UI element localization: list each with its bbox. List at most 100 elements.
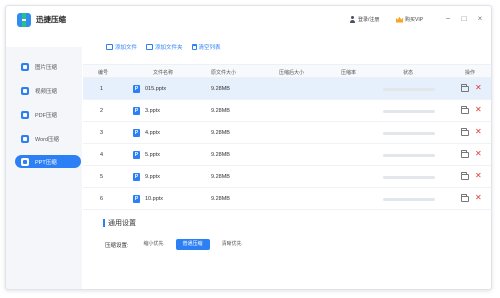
add-folder-label: 添加文件夹 — [155, 45, 183, 51]
row-index: 2 — [100, 108, 104, 114]
image-icon — [21, 62, 29, 71]
ppt-file-icon: P — [133, 85, 140, 93]
compression-settings: 压缩设置: 缩小优先 普通压缩 清晰优先 — [105, 239, 254, 250]
original-size: 9.28MB — [211, 86, 230, 92]
table-row[interactable]: 3 P 4.pptx 9.28MB ✕ — [83, 122, 491, 144]
column-header-name: 文件名称 — [153, 70, 174, 76]
column-header-compressed-size: 压缩后大小 — [279, 70, 305, 76]
progress-bar — [383, 132, 435, 135]
progress-bar — [383, 110, 435, 113]
table-row[interactable]: 4 P 5.pptx 9.28MB ✕ — [83, 144, 491, 166]
trash-icon — [191, 44, 197, 50]
row-index: 4 — [100, 152, 104, 158]
app-title: 迅捷压缩 — [36, 15, 66, 24]
word-icon — [21, 134, 29, 143]
delete-icon[interactable]: ✕ — [475, 127, 482, 137]
delete-icon[interactable]: ✕ — [475, 83, 482, 93]
sidebar-item-image[interactable]: 图片压缩 — [15, 60, 81, 73]
ppt-icon — [21, 157, 29, 166]
row-index: 5 — [100, 174, 104, 180]
sidebar-item-ppt[interactable]: PPT压缩 — [15, 155, 81, 168]
delete-icon[interactable]: ✕ — [475, 171, 482, 181]
option-size-priority[interactable]: 缩小优先 — [137, 239, 171, 250]
option-clarity-priority[interactable]: 清晰优先 — [215, 239, 249, 250]
app-logo-icon — [17, 13, 31, 27]
add-file-icon — [106, 44, 113, 50]
login-button[interactable]: 登录/注册 — [349, 16, 379, 23]
original-size: 9.28MB — [211, 108, 230, 114]
option-normal-compression[interactable]: 普通压缩 — [175, 239, 210, 250]
sidebar-item-pdf[interactable]: PDF压缩 — [15, 108, 81, 121]
table-row[interactable]: 2 P 3.pptx 9.28MB ✕ — [83, 100, 491, 122]
sidebar-item-label: Word压缩 — [35, 136, 60, 143]
progress-bar — [383, 88, 435, 91]
heading-accent-bar — [103, 219, 105, 227]
progress-bar — [383, 176, 435, 179]
add-file-label: 添加文件 — [115, 45, 138, 51]
file-name: 4.pptx — [145, 130, 160, 136]
app-window: 迅捷压缩 登录/注册 购买VIP − □ × 图片压缩 视频压缩 PDF压缩 W… — [5, 5, 492, 290]
add-file-button[interactable]: 添加文件 — [106, 43, 137, 51]
folder-icon[interactable] — [461, 106, 469, 114]
vip-label: 购买VIP — [405, 17, 424, 23]
table-row[interactable]: 6 P 10.pptx 9.28MB ✕ — [83, 188, 491, 210]
folder-icon[interactable] — [461, 84, 469, 92]
column-header-actions: 操作 — [465, 70, 476, 76]
maximize-button[interactable]: □ — [458, 13, 470, 25]
buy-vip-button[interactable]: 购买VIP — [396, 16, 423, 23]
title-bar: 迅捷压缩 登录/注册 购买VIP − □ × — [6, 6, 491, 35]
pdf-icon — [21, 110, 29, 119]
delete-icon[interactable]: ✕ — [475, 193, 482, 203]
folder-icon[interactable] — [461, 150, 469, 158]
original-size: 9.28MB — [211, 130, 230, 136]
column-header-index: 编号 — [98, 70, 109, 76]
sidebar-item-label: PDF压缩 — [35, 112, 58, 119]
original-size: 9.28MB — [211, 174, 230, 180]
compression-setting-label: 压缩设置: — [105, 242, 129, 249]
close-window-button[interactable]: × — [474, 13, 486, 25]
file-name: 5.pptx — [145, 152, 160, 158]
ppt-file-icon: P — [133, 151, 140, 159]
ppt-file-icon: P — [133, 173, 140, 181]
ppt-file-icon: P — [133, 129, 140, 137]
table-row[interactable]: 1 P 015.pptx 9.28MB ✕ — [83, 78, 491, 100]
sidebar-item-label: 视频压缩 — [35, 88, 58, 95]
file-name: 10.pptx — [145, 196, 164, 202]
column-header-status: 状态 — [403, 70, 414, 76]
row-index: 3 — [100, 130, 104, 136]
original-size: 9.28MB — [211, 196, 230, 202]
folder-icon[interactable] — [461, 194, 469, 202]
file-name: 3.pptx — [145, 108, 160, 114]
crown-icon — [396, 16, 403, 23]
toolbar: 添加文件 添加文件夹 清空列表 — [106, 43, 230, 51]
delete-icon[interactable]: ✕ — [475, 149, 482, 159]
column-header-original-size: 原文件大小 — [211, 70, 237, 76]
file-name: 015.pptx — [145, 86, 167, 92]
ppt-file-icon: P — [133, 195, 140, 203]
table-header: 编号 文件名称 原文件大小 压缩后大小 压缩率 状态 操作 — [83, 64, 491, 78]
clear-list-button[interactable]: 清空列表 — [191, 43, 221, 51]
add-folder-button[interactable]: 添加文件夹 — [146, 43, 183, 51]
minimize-button[interactable]: − — [442, 13, 454, 25]
ppt-file-icon: P — [133, 107, 140, 115]
clear-list-label: 清空列表 — [198, 45, 221, 51]
sidebar-item-label: 图片压缩 — [35, 64, 58, 71]
sidebar-item-word[interactable]: Word压缩 — [15, 132, 81, 145]
row-index: 1 — [100, 86, 104, 92]
progress-bar — [383, 198, 435, 201]
delete-icon[interactable]: ✕ — [475, 105, 482, 115]
sidebar-item-video[interactable]: 视频压缩 — [15, 84, 81, 97]
progress-bar — [383, 154, 435, 157]
sidebar-item-label: PPT压缩 — [35, 159, 57, 166]
file-name: 9.pptx — [145, 174, 160, 180]
folder-icon[interactable] — [461, 128, 469, 136]
table-row[interactable]: 5 P 9.pptx 9.28MB ✕ — [83, 166, 491, 188]
column-header-ratio: 压缩率 — [341, 70, 357, 76]
video-icon — [21, 86, 29, 95]
user-icon — [349, 16, 356, 23]
settings-title: 通用设置 — [108, 220, 136, 227]
original-size: 9.28MB — [211, 152, 230, 158]
sidebar: 图片压缩 视频压缩 PDF压缩 Word压缩 PPT压缩 — [6, 47, 82, 289]
login-label: 登录/注册 — [358, 17, 380, 23]
folder-icon[interactable] — [461, 172, 469, 180]
